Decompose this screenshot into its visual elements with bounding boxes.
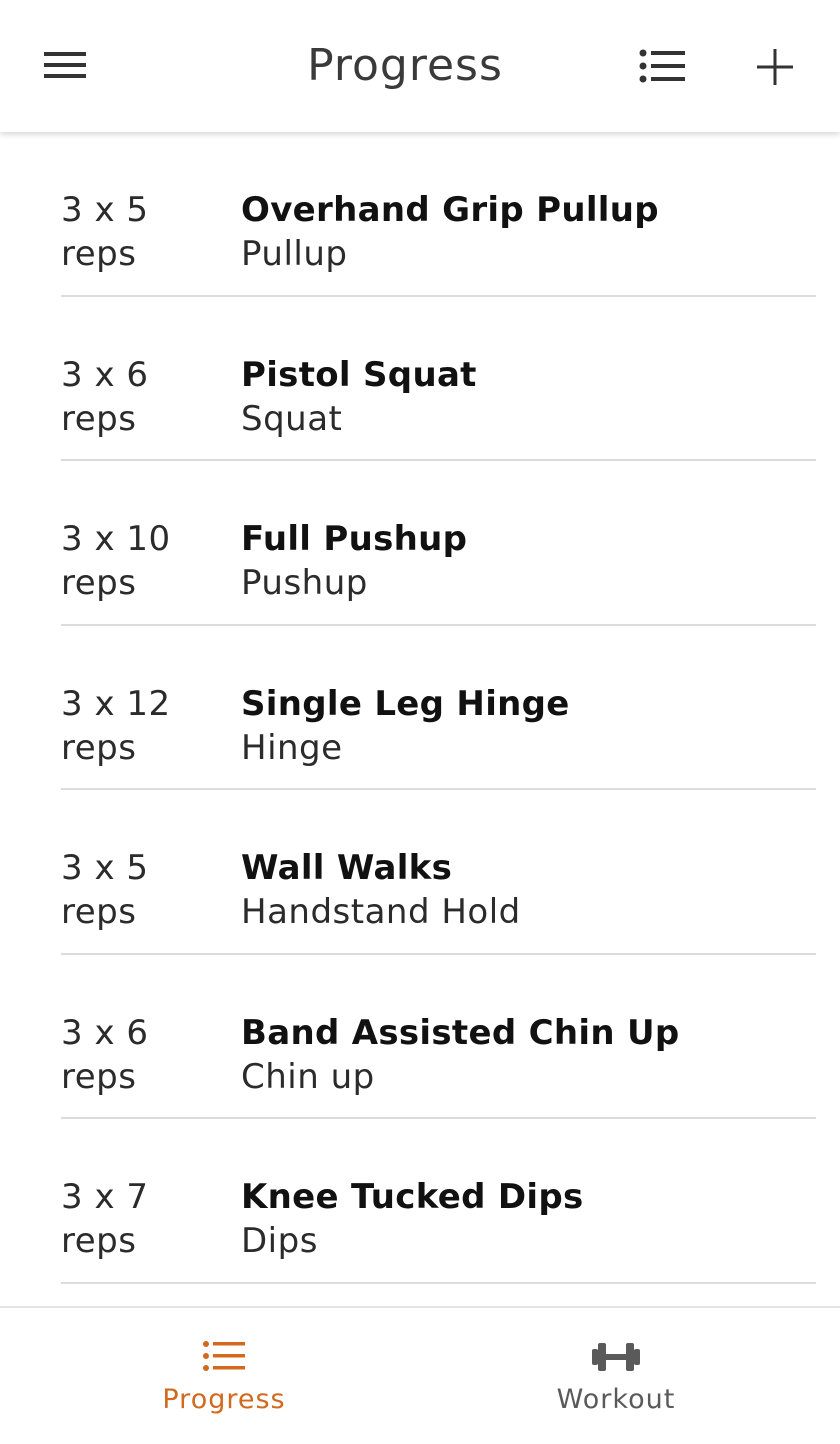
list-item[interactable]: 3 x 10 reps Full Pushup Pushup: [0, 461, 840, 626]
list-item[interactable]: 3 x 6 reps Pistol Squat Squat: [0, 297, 840, 461]
exercise-name: Wall Walks: [241, 848, 453, 888]
sets-reps: 3 x 7 reps: [61, 1177, 149, 1261]
nav-workout-label: Workout: [556, 1384, 676, 1415]
divider: [61, 1281, 816, 1284]
list-icon: [639, 49, 685, 83]
sets-reps: 3 x 10 reps: [61, 519, 171, 603]
page-title: Progress: [307, 40, 503, 91]
exercise-category: Handstand Hold: [241, 892, 521, 932]
bottom-navigation: Progress Workout: [0, 1306, 840, 1444]
exercise-name: Knee Tucked Dips: [241, 1177, 584, 1217]
dumbbell-icon: [592, 1343, 640, 1371]
list-item[interactable]: 3 x 7 reps Knee Tucked Dips Dips: [0, 1119, 840, 1284]
exercise-name: Overhand Grip Pullup: [241, 190, 659, 230]
exercise-name: Pistol Squat: [241, 354, 477, 395]
sets-reps: 3 x 6 reps: [61, 354, 149, 439]
exercise-category: Pushup: [241, 563, 368, 603]
list-item[interactable]: 3 x 5 reps Overhand Grip Pullup Pullup: [0, 132, 840, 297]
plus-icon: [757, 49, 793, 85]
sets-reps: 3 x 5 reps: [61, 190, 149, 274]
sets-reps: 3 x 5 reps: [61, 848, 149, 932]
add-button[interactable]: [748, 40, 802, 94]
exercise-name: Band Assisted Chin Up: [241, 1012, 680, 1053]
exercise-category: Hinge: [241, 727, 343, 768]
sets-reps: 3 x 6 reps: [61, 1012, 149, 1097]
exercise-name: Full Pushup: [241, 519, 468, 559]
exercise-category: Pullup: [241, 234, 348, 274]
list-item[interactable]: 3 x 5 reps Wall Walks Handstand Hold: [0, 790, 840, 955]
nav-workout[interactable]: Workout: [406, 1308, 826, 1444]
list-item[interactable]: 3 x 12 reps Single Leg Hinge Hinge: [0, 626, 840, 790]
list-view-button[interactable]: [636, 44, 690, 90]
exercise-category: Chin up: [241, 1056, 375, 1097]
sets-reps: 3 x 12 reps: [61, 683, 171, 768]
exercise-category: Dips: [241, 1221, 318, 1261]
exercise-list: 3 x 5 reps Overhand Grip Pullup Pullup 3 …: [0, 132, 840, 1306]
nav-progress[interactable]: Progress: [14, 1308, 434, 1444]
app-bar: Progress: [0, 0, 840, 132]
list-icon: [203, 1341, 245, 1371]
list-item[interactable]: 3 x 6 reps Band Assisted Chin Up Chin up: [0, 955, 840, 1119]
exercise-name: Single Leg Hinge: [241, 683, 570, 724]
nav-progress-label: Progress: [162, 1384, 286, 1415]
exercise-category: Squat: [241, 398, 343, 439]
